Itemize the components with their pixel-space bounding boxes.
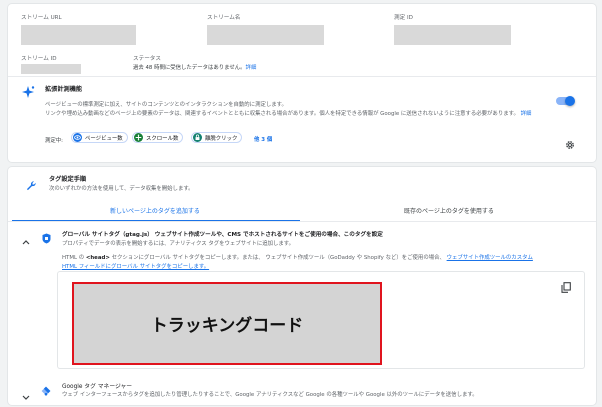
gear-icon[interactable] <box>565 135 575 149</box>
gtag-title: グローバル サイトタグ（gtag.js） ウェブサイト作成ツールや、CMS でホ… <box>62 232 383 238</box>
tag-setup-title: タグ設定手順 <box>49 176 87 183</box>
chevron-down-icon[interactable] <box>22 386 30 400</box>
gtag-icon <box>42 229 51 244</box>
stream-name-label: ストリーム名 <box>207 15 241 21</box>
tab-new-page-tag[interactable]: 新しいページ上のタグを追加する <box>8 206 302 220</box>
gtag-instructions: HTML の <head> セクションにグローバル サイトタグをコピーします。ま… <box>62 255 533 261</box>
gtm-title: Google タグ マネージャー <box>62 384 133 390</box>
stream-id-label: ストリーム ID <box>21 56 57 62</box>
tag-setup-card: タグ設定手順 次のいずれかの方法を使用して、データ収集を開始します。 新しいペー… <box>8 167 596 405</box>
tag-manager-icon <box>41 381 51 396</box>
sparkle-icon <box>21 84 35 98</box>
website-builder-link-2[interactable]: HTML フィールドにグローバル サイトタグをコピーします。 <box>62 262 209 270</box>
gtag-subtitle: プロパティでデータの表示を開始するには、アナリティクス タグをウェブサイトに追加… <box>62 241 295 247</box>
code-snippet-card: トラッキングコード <box>58 272 584 368</box>
chip-outbound-clicks-label: 離脱クリック <box>205 135 238 142</box>
divider <box>8 76 596 77</box>
tracking-code-highlight: トラッキングコード <box>72 282 382 365</box>
chevron-up-icon[interactable] <box>22 230 30 245</box>
stream-name-value <box>207 25 324 45</box>
tag-setup-subtitle: 次のいずれかの方法を使用して、データ収集を開始します。 <box>49 186 194 192</box>
status-detail-link[interactable]: 詳細 <box>246 65 257 71</box>
chip-scrolls[interactable]: スクロール数 <box>132 132 184 143</box>
status-label: ステータス <box>133 56 161 62</box>
more-events-link[interactable]: 他 3 個 <box>254 135 272 143</box>
chip-scrolls-label: スクロール数 <box>146 135 179 142</box>
measurement-id-label: 測定 ID <box>394 15 413 21</box>
enhanced-measurement-toggle[interactable] <box>556 96 575 106</box>
stream-url-value <box>21 25 136 45</box>
chip-page-views-label: ページビュー数 <box>85 135 123 142</box>
copy-icon[interactable] <box>561 278 571 293</box>
enhanced-measurement-desc-1: ページビューの標準測定に加え、サイトのコンテンツとのインタラクションを自動的に測… <box>45 102 287 108</box>
chip-page-views[interactable]: ページビュー数 <box>71 132 128 143</box>
website-builder-link-1[interactable]: ウェブサイト作成ツールのカスタム <box>447 255 533 261</box>
crosshair-icon <box>134 133 143 142</box>
enhanced-measurement-desc-2: リンクや埋め込み動画などのページ上の要素のデータは、関連するイベントとともに収集… <box>45 111 532 117</box>
tab-existing-page-tag[interactable]: 既存のページ上のタグを使用する <box>302 206 596 220</box>
tab-divider <box>8 221 596 222</box>
gtm-subtitle: ウェブ インターフェースからタグを追加したり管理したりすることで、Google … <box>62 392 478 398</box>
tracking-code-text: トラッキングコード <box>150 316 304 336</box>
eye-icon <box>73 133 82 142</box>
status-text: 過去 48 時間に受信したデータはありません。詳細 <box>133 65 257 71</box>
measuring-label: 測定中: <box>45 138 63 144</box>
chip-outbound-clicks[interactable]: 離脱クリック <box>191 132 243 143</box>
stream-details-card: ストリーム URL ストリーム名 測定 ID ストリーム ID ステータス 過去… <box>8 4 596 162</box>
enhanced-measurement-title: 拡張計測機能 <box>45 86 83 93</box>
enhanced-measurement-detail-link[interactable]: 詳細 <box>521 111 532 117</box>
lock-icon <box>193 133 202 142</box>
measurement-id-value <box>394 25 511 45</box>
stream-id-value <box>21 64 81 74</box>
wrench-icon <box>26 176 37 191</box>
stream-url-label: ストリーム URL <box>21 15 62 21</box>
